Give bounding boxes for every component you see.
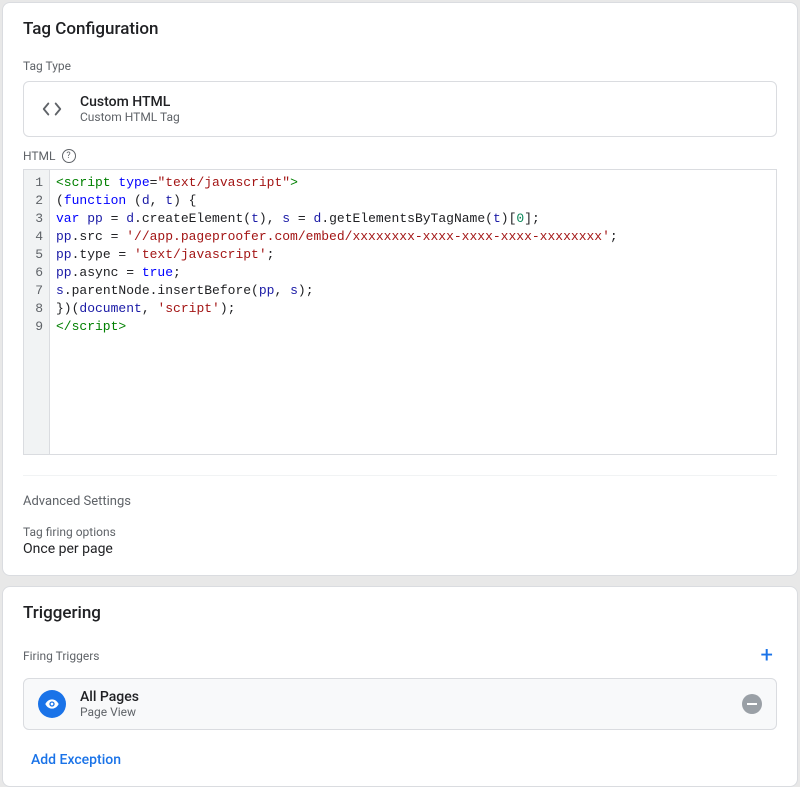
html-code-editor[interactable]: 123456789 <script type="text/javascript"… — [23, 169, 777, 455]
code-line[interactable]: s.parentNode.insertBefore(pp, s); — [56, 282, 770, 300]
tag-type-label: Tag Type — [3, 47, 797, 81]
eye-icon — [38, 690, 66, 718]
code-line[interactable]: pp.type = 'text/javascript'; — [56, 246, 770, 264]
trigger-row[interactable]: All Pages Page View — [23, 678, 777, 730]
line-number: 7 — [30, 282, 43, 300]
code-line[interactable]: pp.src = '//app.pageproofer.com/embed/xx… — [56, 228, 770, 246]
html-label: HTML — [23, 149, 56, 163]
line-number: 5 — [30, 246, 43, 264]
tag-type-name: Custom HTML — [80, 94, 180, 110]
line-number: 2 — [30, 192, 43, 210]
code-gutter: 123456789 — [24, 170, 50, 454]
line-number: 6 — [30, 264, 43, 282]
tag-type-sub: Custom HTML Tag — [80, 110, 180, 124]
triggering-title: Triggering — [3, 587, 797, 631]
code-line[interactable]: </script> — [56, 318, 770, 336]
line-number: 3 — [30, 210, 43, 228]
line-number: 1 — [30, 174, 43, 192]
code-line[interactable]: var pp = d.createElement(t), s = d.getEl… — [56, 210, 770, 228]
line-number: 8 — [30, 300, 43, 318]
remove-trigger-button[interactable] — [742, 694, 762, 714]
advanced-settings-heading[interactable]: Advanced Settings — [3, 476, 797, 513]
line-number: 4 — [30, 228, 43, 246]
line-number: 9 — [30, 318, 43, 336]
tag-firing-options-label: Tag firing options — [3, 513, 797, 539]
tag-configuration-card: Tag Configuration Tag Type Custom HTML C… — [2, 2, 798, 576]
code-line[interactable]: (function (d, t) { — [56, 192, 770, 210]
help-icon[interactable]: ? — [62, 149, 76, 163]
code-body[interactable]: <script type="text/javascript">(function… — [50, 170, 776, 454]
code-line[interactable]: })(document, 'script'); — [56, 300, 770, 318]
tag-config-title: Tag Configuration — [3, 3, 797, 47]
trigger-name: All Pages — [80, 689, 728, 705]
trigger-sub: Page View — [80, 705, 728, 719]
triggering-card: Triggering Firing Triggers + All Pages P… — [2, 586, 798, 787]
tag-firing-options-value: Once per page — [3, 539, 797, 575]
tag-type-selector[interactable]: Custom HTML Custom HTML Tag — [23, 81, 777, 137]
code-line[interactable]: pp.async = true; — [56, 264, 770, 282]
firing-triggers-label: Firing Triggers — [23, 649, 99, 663]
code-brackets-icon — [40, 97, 64, 121]
code-line[interactable]: <script type="text/javascript"> — [56, 174, 770, 192]
add-trigger-button[interactable]: + — [757, 639, 777, 672]
add-exception-button[interactable]: Add Exception — [3, 740, 797, 786]
